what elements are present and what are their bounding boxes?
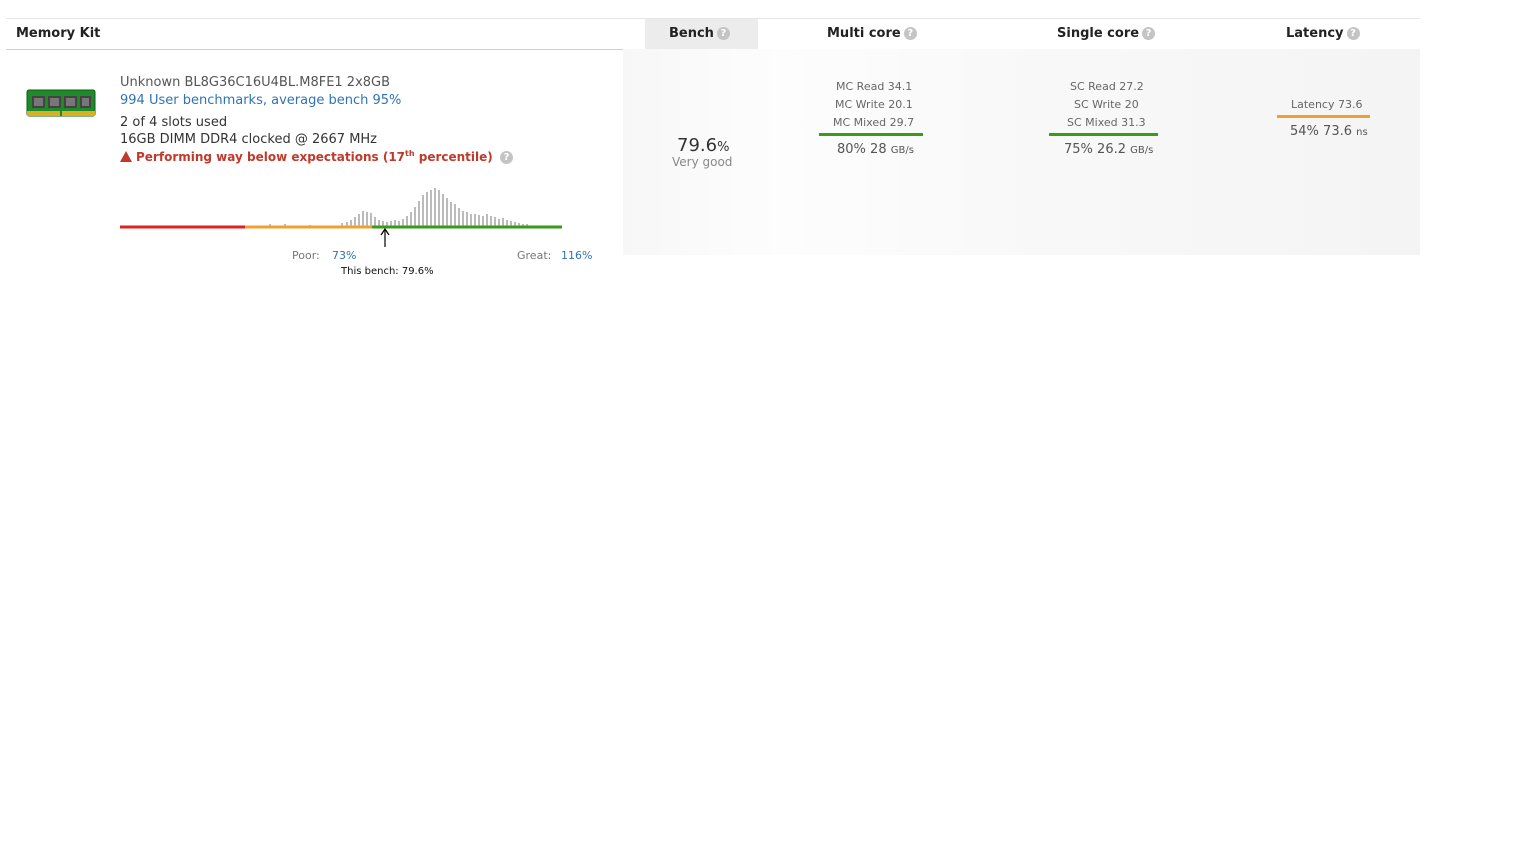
poor-label: Poor:: [292, 249, 320, 262]
ram-module-icon: [26, 89, 96, 117]
col-single-core[interactable]: Single core?: [1057, 19, 1156, 49]
col-bench[interactable]: Bench?: [669, 19, 730, 49]
distribution-spikes: [269, 188, 528, 226]
sc-summary-val: 26.2: [1097, 142, 1126, 157]
slots-used: 2 of 4 slots used: [120, 115, 228, 130]
dimm-info: 16GB DIMM DDR4 clocked @ 2667 MHz: [120, 132, 378, 147]
benchmark-distribution-chart: [120, 188, 562, 247]
arrow-up-icon: [380, 227, 390, 247]
mc-summary-unit: GB/s: [890, 145, 914, 156]
mc-mixed: MC Mixed 29.7: [833, 116, 915, 129]
latency-summary: 54% 73.6 ns: [1290, 124, 1368, 139]
mc-score-bar: [819, 133, 923, 136]
great-value: 116%: [561, 249, 593, 262]
bench-score-value: 79.6: [677, 135, 718, 156]
sc-write: SC Write 20: [1074, 98, 1139, 111]
help-icon[interactable]: ?: [903, 27, 917, 40]
mc-read: MC Read 34.1: [836, 80, 913, 93]
warning-text-sup: th: [405, 149, 415, 158]
latency-score-bar: [1277, 115, 1370, 118]
col-latency[interactable]: Latency?: [1286, 19, 1360, 49]
warning-text-suffix: percentile): [414, 150, 493, 164]
mc-summary-pct: 80%: [837, 142, 866, 157]
help-icon[interactable]: ?: [1142, 27, 1156, 40]
latency-value: Latency 73.6: [1291, 98, 1363, 111]
bench-rating: Very good: [672, 155, 733, 169]
table-header: Memory Kit Bench? Multi core? Single cor…: [6, 18, 1420, 50]
latency-summary-unit: ns: [1356, 127, 1368, 138]
col-memory-kit[interactable]: Memory Kit: [16, 19, 100, 49]
sc-score-bar: [1049, 133, 1158, 136]
help-icon[interactable]: ?: [499, 151, 513, 164]
memory-kit-name[interactable]: Unknown BL8G36C16U4BL.M8FE1 2x8GB: [120, 75, 390, 90]
latency-summary-val: 73.6: [1323, 124, 1352, 139]
user-benchmarks-link[interactable]: 994 User benchmarks, average bench 95%: [120, 93, 401, 108]
col-memory-kit-label: Memory Kit: [16, 26, 101, 41]
mc-summary: 80% 28 GB/s: [837, 142, 914, 157]
col-bench-label: Bench: [669, 26, 714, 41]
sc-summary: 75% 26.2 GB/s: [1064, 142, 1153, 157]
sc-summary-pct: 75%: [1064, 142, 1093, 157]
col-multi-core-label: Multi core: [827, 26, 901, 41]
row-results-background: [623, 49, 1420, 255]
table-row[interactable]: Unknown BL8G36C16U4BL.M8FE1 2x8GB 994 Us…: [6, 49, 1420, 277]
col-multi-core[interactable]: Multi core?: [827, 19, 917, 49]
help-icon[interactable]: ?: [1346, 27, 1360, 40]
sc-mixed: SC Mixed 31.3: [1067, 116, 1146, 129]
col-latency-label: Latency: [1286, 26, 1344, 41]
great-label: Great:: [517, 249, 552, 262]
sc-read: SC Read 27.2: [1070, 80, 1144, 93]
bench-score-unit: %: [717, 140, 730, 155]
sc-summary-unit: GB/s: [1130, 145, 1154, 156]
latency-summary-pct: 54%: [1290, 124, 1319, 139]
warning-icon: [120, 151, 132, 162]
col-single-core-label: Single core: [1057, 26, 1140, 41]
warning-text-prefix: Performing way below expectations (17: [136, 150, 406, 164]
poor-value: 73%: [332, 249, 357, 262]
mc-summary-val: 28: [870, 142, 887, 157]
bench-score: 79.6%: [677, 135, 729, 156]
this-bench-marker: This bench: 79.6%: [341, 266, 434, 277]
mc-write: MC Write 20.1: [835, 98, 913, 111]
help-icon[interactable]: ?: [716, 27, 730, 40]
performance-warning: Performing way below expectations (17th …: [120, 149, 513, 164]
